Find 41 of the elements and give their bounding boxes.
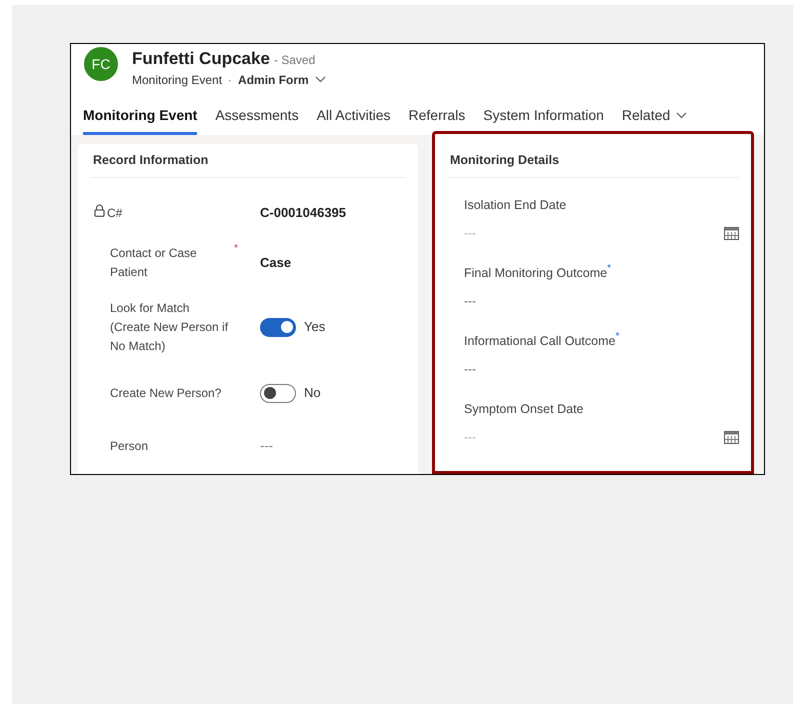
toggle-switch[interactable]	[260, 318, 296, 336]
section-title: Record Information	[92, 152, 208, 170]
tab[interactable]: Referrals	[408, 105, 466, 135]
required-marker: *	[607, 264, 612, 274]
required-marker: *	[234, 243, 238, 254]
field-label: Symptom Onset Date	[464, 401, 584, 418]
field-label: Look for Match (Create New Person if No Match)	[110, 300, 230, 354]
field-label: Person	[110, 438, 150, 454]
section-title: Monitoring Details	[449, 152, 560, 170]
record-title: Funfetti Cupcake	[132, 48, 270, 70]
lock-icon	[94, 204, 105, 216]
toggle-value: Yes	[304, 318, 326, 336]
form-selector[interactable]: Admin Form	[238, 70, 326, 88]
field-label: C#	[94, 204, 134, 222]
tab[interactable]: System Information	[483, 105, 604, 135]
field-value: ---	[464, 292, 476, 310]
toggle-switch[interactable]	[260, 384, 296, 402]
chevron-down-icon	[314, 76, 326, 83]
toggle-value: No	[304, 384, 321, 402]
field-value: Case	[260, 254, 292, 272]
calendar-icon[interactable]	[724, 430, 739, 444]
save-status: - Saved	[274, 52, 316, 69]
tab[interactable]: Assessments	[215, 105, 299, 135]
field-label: Informational Call Outcome	[464, 333, 616, 350]
field-value: C-0001046395	[260, 204, 346, 222]
field-value: ---	[464, 360, 476, 378]
chevron-down-icon	[676, 112, 688, 119]
entity-name: Monitoring Event	[132, 72, 222, 88]
date-field[interactable]: ---	[464, 428, 664, 446]
separator-dot: ·	[228, 72, 232, 88]
field-label: Contact or Case Patient	[110, 245, 198, 281]
tab[interactable]: Related	[622, 105, 688, 135]
avatar: FC	[84, 47, 118, 81]
field-label: Isolation End Date	[464, 197, 566, 214]
required-marker: *	[615, 332, 620, 342]
field-label: Create New Person?	[110, 384, 222, 402]
field-label: Final Monitoring Outcome	[464, 266, 608, 282]
field-value: ---	[260, 437, 273, 456]
calendar-icon[interactable]	[724, 226, 739, 240]
tab[interactable]: All Activities	[316, 105, 390, 135]
date-field[interactable]: ---	[464, 224, 664, 242]
